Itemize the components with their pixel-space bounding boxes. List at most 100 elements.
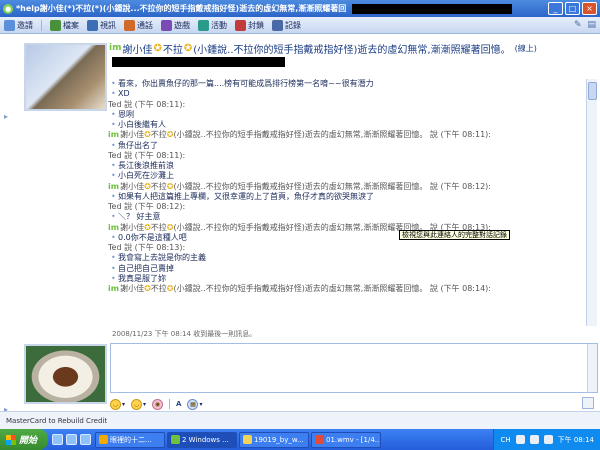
task-icon [171, 435, 180, 444]
start-button[interactable]: 開始 [0, 429, 48, 450]
sender-header: Ted 說 (下午 08:12): [108, 202, 186, 211]
background-icon[interactable]: ▦ [187, 398, 199, 410]
sender-name-b: 不拉 [150, 222, 167, 232]
contact-avatar[interactable] [24, 43, 107, 111]
close-button[interactable]: × [582, 2, 597, 15]
star-icon: ✪ [144, 284, 151, 293]
dropdown-arrow-icon[interactable]: ▾ [122, 401, 125, 408]
clock: 下午 08:14 [557, 435, 594, 444]
dropdown-arrow-icon[interactable]: ▾ [199, 401, 202, 408]
font-icon[interactable]: A [176, 400, 181, 408]
toolbar-file-button[interactable]: 檔案 [50, 19, 79, 31]
toolbar: 邀請 檔案 視訊 通話 遊戲 活動 封鎖 記錄 ✎ ▤ [0, 17, 600, 34]
contact-status: (線上) [514, 43, 537, 53]
quick-launch-icon[interactable] [80, 434, 91, 445]
toolbar-label: 活動 [211, 20, 227, 30]
task-label: 01.wmv - [1/4... [326, 435, 381, 444]
chat-message: 恩咧 [108, 110, 584, 121]
toolbar-activity-button[interactable]: 活動 [198, 19, 227, 31]
toolbar-history-button[interactable]: 記錄 [272, 19, 301, 31]
sender-header: Ted 說 (下午 08:11): [108, 150, 186, 160]
menu-icon[interactable]: ▤ [587, 20, 596, 30]
im-prefix: im [108, 284, 120, 293]
title-bar: ● *help謝小佳(*)不拉(*)(小鍾說...不拉你的短手指戴戒指好怪)逝去… [0, 0, 600, 17]
chat-message: 0.0你不是這種人吧 [108, 233, 584, 244]
chat-scrollbar[interactable] [586, 79, 597, 326]
input-scrollbar[interactable] [587, 344, 597, 392]
ad-bar[interactable]: MasterCard to Rebuild Credit [0, 411, 600, 429]
taskbar-task[interactable]: 2 Windows ... [167, 431, 237, 448]
nudge-icon[interactable]: ◉ [152, 398, 164, 410]
emoticon-icon[interactable]: ◡ [110, 398, 121, 410]
ad-text[interactable]: MasterCard to Rebuild Credit [6, 417, 107, 425]
im-prefix: im [109, 43, 122, 53]
toolbar-webcam-button[interactable]: 視訊 [87, 19, 116, 31]
task-icon [99, 435, 108, 444]
sender-header: Ted 說 (下午 08:11): [108, 99, 186, 109]
system-tray: CH 下午 08:14 [493, 429, 600, 450]
separator [41, 19, 42, 31]
edit-icon[interactable]: ✎ [574, 20, 582, 30]
chat-message: 魚仔出名了 [108, 141, 584, 152]
message-input[interactable] [110, 343, 598, 393]
minimize-button[interactable]: _ [548, 2, 563, 15]
sender-name-b: 不拉 [150, 181, 167, 191]
activity-icon [198, 19, 209, 31]
chat-history[interactable]: 看來，你出賣魚仔的那一篇....榜有可能成爲排行榜第一名唷~~很有潛力XDTed… [108, 79, 584, 326]
toolbar-phone-button[interactable]: 通話 [124, 19, 153, 31]
chat-message: 長江後浪推前浪 [108, 161, 584, 172]
webcam-icon [87, 19, 98, 31]
task-icon [243, 435, 252, 444]
star-icon: ✪ [153, 42, 162, 54]
chat-message: ＼？ 好主意 [108, 212, 584, 223]
tray-icon[interactable] [515, 435, 525, 444]
tray-icon[interactable] [529, 435, 539, 444]
taskbar-task[interactable]: 19019_by_w... [239, 431, 309, 448]
file-icon [50, 19, 61, 31]
sender-rest: (小鍾說..不拉你的短手指戴戒指好怪)逝去的虛幻無常,漸漸照耀著回憶。 說 (下… [173, 130, 491, 140]
messenger-icon: ● [3, 3, 13, 14]
sender-header: im謝小佳✪不拉✪(小鍾說..不拉你的短手指戴戒指好怪)逝去的虛幻無常,漸漸照耀… [108, 223, 584, 233]
sender-name-b: 不拉 [150, 130, 167, 140]
dropdown-arrow-icon[interactable]: ▾ [143, 401, 146, 408]
my-avatar[interactable] [24, 344, 107, 404]
history-tooltip: 檢視您與此連絡人的完整對話記錄 [399, 230, 510, 240]
game-icon [161, 19, 172, 31]
sender-name-a: 謝小佳 [120, 222, 145, 232]
taskbar-task[interactable]: 01.wmv - [1/4... [311, 431, 381, 448]
chat-message: 自己把自己賣掉 [108, 264, 584, 275]
maximize-button[interactable]: □ [565, 2, 580, 15]
toolbar-game-button[interactable]: 遊戲 [161, 19, 190, 31]
sender-header: im謝小佳✪不拉✪(小鍾說..不拉你的短手指戴戒指好怪)逝去的虛幻無常,漸漸照耀… [108, 182, 584, 192]
toolbar-label: 封鎖 [248, 20, 264, 30]
chat-message: 我真是服了妳 [108, 274, 584, 285]
tray-icon[interactable] [543, 435, 553, 444]
quick-launch-icon[interactable] [66, 434, 77, 445]
chat-message: 我會寫上去說是你的主義 [108, 253, 584, 264]
im-prefix: im [108, 181, 120, 191]
chat-message: 如果有人把這篇推上專欄，又很幸運的上了首頁，魚仔才真的欲哭無淚了 [108, 192, 584, 203]
redacted-block [352, 3, 512, 14]
toolbar-label: 通話 [137, 20, 153, 30]
toolbar-label: 視訊 [100, 20, 116, 30]
send-button[interactable] [582, 397, 594, 409]
sender-header: Ted 說 (下午 08:13): [108, 243, 186, 252]
taskbar-task[interactable]: 眼裡的十二... [95, 431, 165, 448]
chat-message: 看來，你出賣魚仔的那一篇....榜有可能成爲排行榜第一名唷~~很有潛力 [108, 79, 584, 90]
star-icon: ✪ [144, 130, 151, 140]
wink-icon[interactable]: ◡ [131, 398, 143, 410]
toolbar-invite-button[interactable]: 邀請 [4, 19, 33, 31]
sender-name-a: 謝小佳 [120, 130, 145, 140]
emoticon-bar: ◡ ▾ ◡ ▾ ◉ A ▦ ▾ [110, 397, 202, 411]
collapse-arrow-icon[interactable]: ▸ [4, 112, 12, 122]
separator [169, 399, 171, 409]
last-message-status: 2008/11/23 下午 08:14 收到最後一則訊息。 [112, 330, 257, 338]
sender-rest: (小鍾說..不拉你的短手指戴戒指好怪)逝去的虛幻無常,漸漸照耀著回憶。 說 (下… [173, 181, 491, 191]
star-icon: ✪ [183, 42, 193, 54]
quick-launch-icon[interactable] [52, 434, 63, 445]
scroll-thumb[interactable] [588, 82, 597, 100]
toolbar-label: 檔案 [63, 20, 79, 30]
im-prefix: im [108, 222, 120, 232]
toolbar-block-button[interactable]: 封鎖 [235, 19, 264, 31]
language-indicator[interactable]: CH [500, 436, 510, 444]
